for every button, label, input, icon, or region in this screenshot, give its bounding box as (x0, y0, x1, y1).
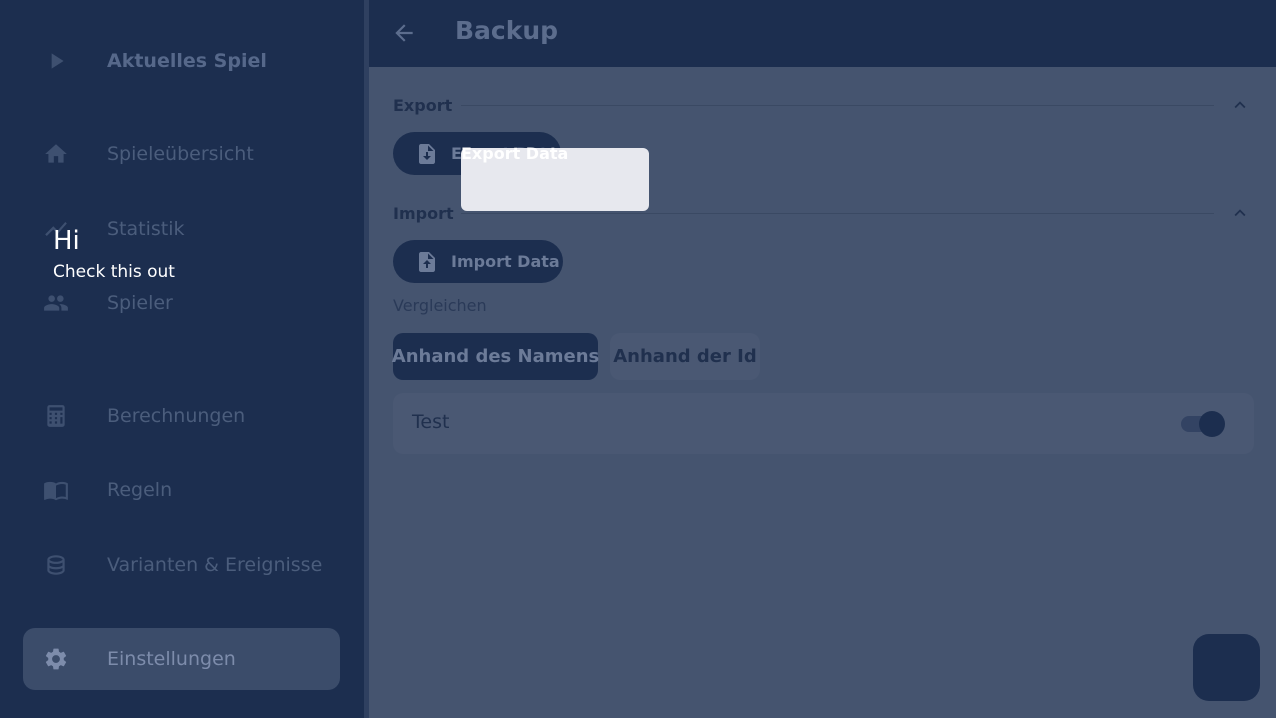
people-icon (41, 288, 71, 318)
compare-label: Vergleichen (393, 296, 487, 315)
import-data-button[interactable]: Import Data (393, 240, 563, 283)
sidebar-item-label: Statistik (107, 218, 185, 240)
database-icon (41, 550, 71, 580)
sidebar-item-label: Berechnungen (107, 405, 246, 427)
sidebar-item-label: Regeln (107, 479, 173, 501)
tour-spotlight-label: Export Data (461, 144, 569, 163)
floating-action-button[interactable] (1193, 634, 1260, 701)
file-upload-icon (415, 250, 439, 274)
test-label: Test (412, 411, 450, 433)
sidebar-item-label: Aktuelles Spiel (107, 50, 267, 72)
toggle-knob (1199, 411, 1225, 437)
file-download-icon (415, 142, 439, 166)
chevron-up-icon (1234, 101, 1246, 109)
app-header: Backup (369, 0, 1276, 67)
sidebar-item-label: Einstellungen (107, 648, 236, 670)
sidebar-item-label: Varianten & Ereignisse (107, 554, 323, 576)
play-icon (41, 46, 71, 76)
import-data-label: Import Data (451, 252, 560, 271)
compare-by-name-option[interactable]: Anhand des Namens (392, 333, 599, 380)
sidebar-item-label: Spieleübersicht (107, 143, 254, 165)
import-section-divider (461, 213, 1214, 214)
sidebar-item-einstellungen[interactable]: Einstellungen (23, 628, 340, 690)
import-collapse-button[interactable] (1229, 202, 1251, 224)
import-section-title: Import (393, 204, 454, 223)
sidebar: Aktuelles Spiel Spieleübersicht Statisti… (0, 0, 364, 718)
page-title: Backup (455, 16, 559, 45)
tour-title: Hi (53, 226, 80, 256)
export-section-title: Export (393, 96, 453, 115)
compare-by-id-option[interactable]: Anhand der Id (610, 333, 760, 380)
gear-icon (41, 644, 71, 674)
sidebar-item-regeln[interactable]: Regeln (23, 459, 340, 521)
sidebar-item-label: Spieler (107, 292, 173, 314)
sidebar-item-spieleuebersicht[interactable]: Spieleübersicht (23, 123, 340, 185)
export-collapse-button[interactable] (1229, 94, 1251, 116)
calculator-icon (41, 401, 71, 431)
sidebar-item-berechnungen[interactable]: Berechnungen (23, 385, 340, 447)
test-setting-row: Test (393, 393, 1254, 454)
sidebar-item-varianten[interactable]: Varianten & Ereignisse (23, 534, 340, 596)
chevron-up-icon (1234, 209, 1246, 217)
export-section-divider (461, 105, 1214, 106)
arrow-left-icon (395, 24, 413, 42)
tour-text: Check this out (53, 262, 175, 282)
home-icon (41, 139, 71, 169)
back-button[interactable] (389, 18, 419, 48)
sidebar-item-aktuelles-spiel[interactable]: Aktuelles Spiel (23, 30, 340, 92)
book-icon (41, 475, 71, 505)
test-toggle[interactable] (1179, 411, 1225, 437)
